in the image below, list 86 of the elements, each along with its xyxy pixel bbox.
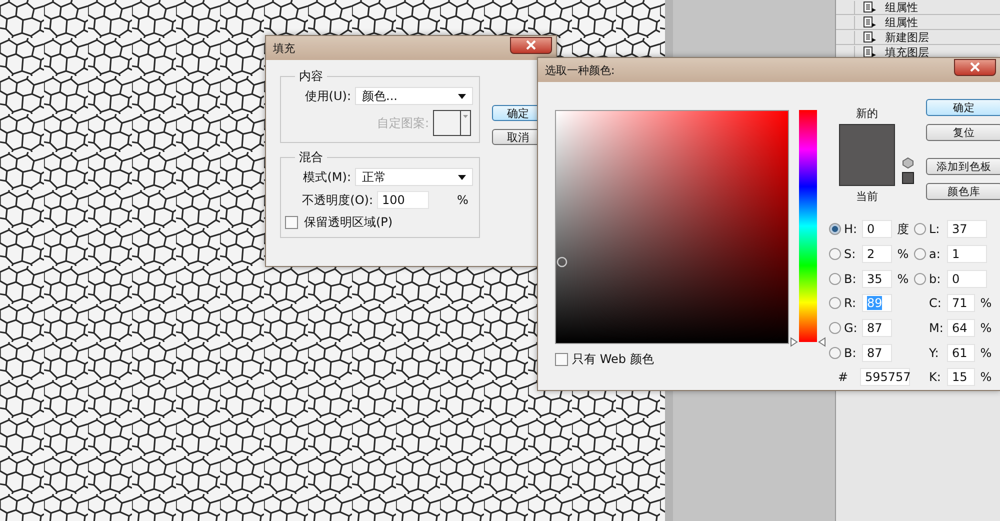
history-item[interactable]: 组属性	[885, 14, 918, 30]
opacity-field[interactable]: 100	[377, 191, 429, 209]
close-button[interactable]	[954, 58, 996, 76]
dialog-button[interactable]: 复位	[926, 124, 1000, 141]
document-icon	[863, 16, 877, 28]
field-label: #	[836, 370, 850, 384]
checkbox[interactable]	[555, 353, 568, 366]
window-title: 选取一种颜色:	[545, 62, 615, 78]
checkbox-label: 只有 Web 颜色	[572, 351, 654, 368]
unit-label: %	[896, 247, 910, 262]
use-dropdown[interactable]: 颜色...	[355, 87, 473, 105]
checkbox[interactable]	[285, 216, 298, 229]
close-icon	[970, 62, 980, 72]
field-label: 使用(U):	[304, 88, 351, 104]
radio-button[interactable]	[914, 223, 926, 236]
value-field[interactable]: 35	[862, 270, 892, 288]
history-item[interactable]: 组属性	[885, 0, 918, 14]
window-title: 填充	[273, 40, 295, 56]
dialog-button[interactable]: 颜色库	[926, 183, 1000, 200]
web-safe-swatch[interactable]	[902, 172, 914, 184]
unit-label: %	[979, 296, 993, 310]
value-field[interactable]: 37	[947, 220, 987, 238]
group-title: 内容	[298, 68, 324, 85]
radio-button[interactable]	[829, 322, 841, 334]
unit-label: %	[896, 272, 910, 286]
value-field[interactable]: 1	[947, 245, 987, 264]
field-label: H:	[844, 222, 858, 236]
field-label: 模式(M):	[303, 168, 351, 186]
field-label: a:	[929, 247, 942, 262]
field-label: L:	[929, 222, 941, 236]
slider-thumb[interactable]	[790, 337, 826, 347]
value-field[interactable]: 0	[862, 220, 892, 238]
document-icon	[863, 1, 877, 13]
dialog-button[interactable]: 确定	[926, 99, 1000, 116]
caret-icon	[463, 115, 468, 118]
mode-dropdown[interactable]: 正常	[355, 168, 473, 186]
field-label: M:	[929, 321, 944, 336]
color-field[interactable]	[555, 110, 789, 344]
unit-label: %	[457, 193, 470, 207]
radio-button[interactable]	[914, 248, 926, 260]
field-label: B:	[844, 346, 858, 360]
value-field[interactable]: 71	[947, 294, 975, 312]
unit-label: %	[979, 346, 993, 360]
document-icon	[863, 31, 877, 43]
value-field[interactable]: 2	[862, 245, 892, 264]
field-label: B:	[844, 272, 858, 286]
checkbox-label: 保留透明区域(P)	[304, 214, 393, 231]
field-label: S:	[844, 247, 857, 262]
close-button[interactable]	[510, 36, 552, 54]
radio-button[interactable]	[829, 272, 841, 285]
color-marker-icon	[556, 256, 568, 268]
color-swatch	[839, 124, 895, 186]
radio-button[interactable]	[829, 248, 841, 260]
caret-icon	[458, 94, 466, 98]
cube-icon[interactable]	[902, 157, 914, 169]
dialog-button[interactable]: 添加到色板	[926, 158, 1000, 175]
field-label: 自定图案:	[376, 114, 429, 132]
radio-button[interactable]	[829, 223, 841, 236]
radio-button[interactable]	[829, 346, 841, 359]
document-icon	[863, 46, 877, 58]
field-label: R:	[844, 296, 858, 310]
caret-icon	[458, 174, 466, 180]
field-label: K:	[929, 370, 942, 384]
swatch-label: 新的	[856, 106, 878, 121]
field-label: 不透明度(O):	[302, 192, 373, 208]
swatch-label: 当前	[856, 189, 878, 204]
group-title: 混合	[298, 149, 324, 166]
history-item[interactable]: 填充图层	[885, 44, 929, 60]
unit-label: %	[979, 370, 993, 384]
history-item[interactable]: 新建图层	[885, 30, 929, 44]
radio-button[interactable]	[914, 272, 926, 285]
value-field[interactable]: 15	[947, 368, 975, 386]
unit-label: 度	[896, 220, 910, 238]
hex-field[interactable]: 595757	[860, 368, 910, 386]
radio-button[interactable]	[829, 297, 841, 310]
value-field[interactable]: 64	[947, 319, 975, 338]
close-icon	[526, 40, 536, 50]
field-label: G:	[844, 321, 858, 336]
value-field[interactable]: 61	[947, 344, 975, 362]
value-field[interactable]: 0	[947, 270, 987, 288]
field-label: Y:	[929, 346, 940, 360]
value-field[interactable]: 87	[862, 319, 892, 338]
field-label: b:	[929, 272, 942, 286]
unit-label: %	[979, 321, 993, 336]
field-label: C:	[929, 296, 942, 310]
value-field[interactable]: 87	[862, 344, 892, 362]
